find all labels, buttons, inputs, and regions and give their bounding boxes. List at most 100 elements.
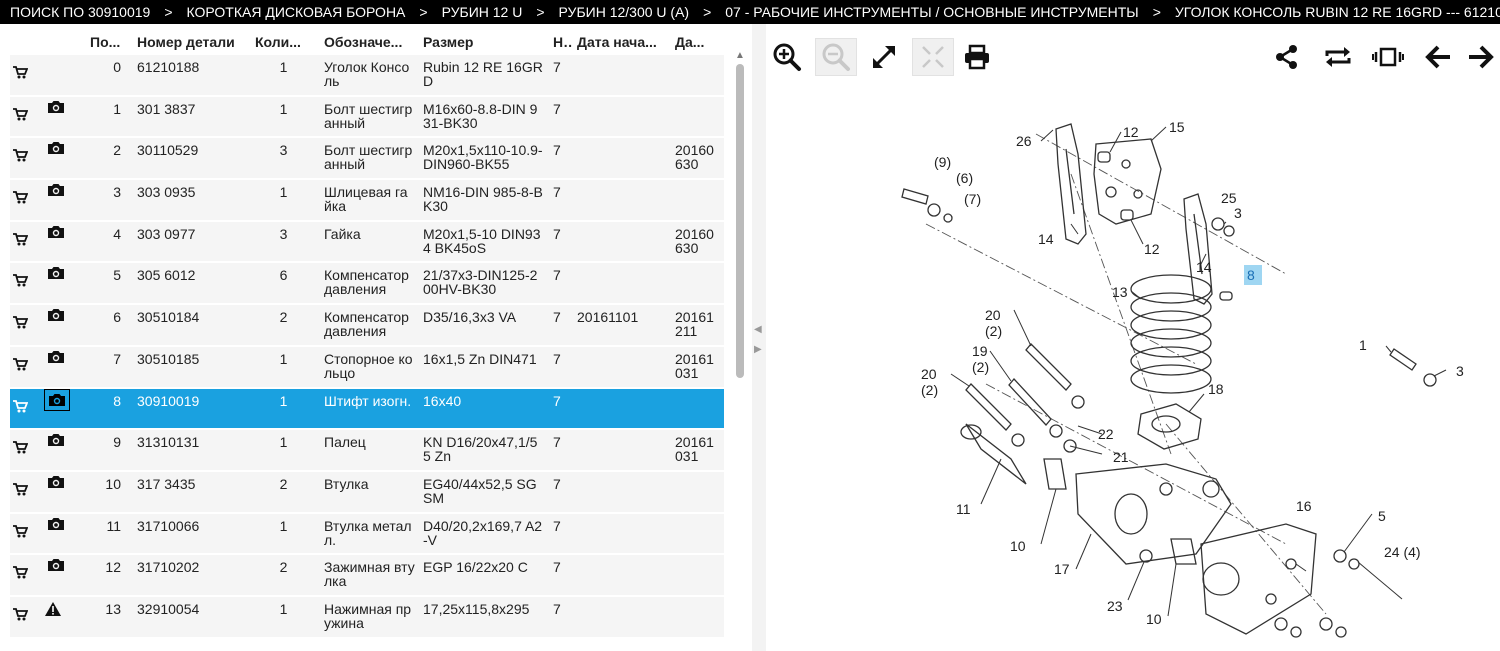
- table-row[interactable]: 3 303 0935 1 Шлицевая гайка NM16-DIN 985-8-B…: [10, 178, 724, 220]
- callout-25[interactable]: 25: [1221, 190, 1237, 206]
- camera-icon[interactable]: [44, 388, 70, 411]
- previous-button[interactable]: [1417, 38, 1459, 76]
- breadcrumb-item[interactable]: КОРОТКАЯ ДИСКОВАЯ БОРОНА: [187, 4, 406, 20]
- callout-26[interactable]: 26: [1016, 133, 1032, 149]
- callout-13[interactable]: 13: [1112, 284, 1128, 300]
- camera-icon[interactable]: [44, 514, 70, 536]
- callout-15[interactable]: 15: [1169, 119, 1185, 135]
- col-header-quantity[interactable]: Коли...: [251, 30, 320, 53]
- col-header-n[interactable]: Н...: [549, 30, 573, 53]
- callout-24[interactable]: 24 (4): [1384, 544, 1421, 560]
- cart-icon[interactable]: [12, 66, 29, 82]
- table-scrollbar[interactable]: ▲ ▼: [735, 50, 745, 651]
- callout-7[interactable]: (7): [964, 191, 981, 207]
- table-row[interactable]: 6 30510184 2 Компенсатор давления D35/16,3x3…: [10, 303, 724, 345]
- table-row[interactable]: 7 30510185 1 Стопорное кольцо 16x1,5 Zn DIN4…: [10, 344, 724, 387]
- scroll-up-icon[interactable]: ▲: [735, 50, 745, 61]
- callout-19[interactable]: 19: [972, 343, 988, 359]
- callout-20a2[interactable]: (2): [985, 323, 1002, 339]
- col-header-designation[interactable]: Обозначе...: [320, 30, 419, 53]
- table-row[interactable]: 10 317 3435 2 Втулка EG40/44x52,5 SGSM 7: [10, 469, 724, 512]
- callout-9[interactable]: (9): [934, 154, 951, 170]
- callout-22[interactable]: 22: [1098, 426, 1114, 442]
- fullscreen-button[interactable]: [863, 38, 905, 76]
- table-row[interactable]: 8 30910019 1 Штифт изогн. 16x40 7: [10, 386, 724, 429]
- camera-icon[interactable]: [44, 222, 70, 244]
- table-row[interactable]: 2 30110529 3 Болт шестигранный M20x1,5x110-1…: [10, 136, 724, 179]
- camera-icon[interactable]: [44, 305, 70, 327]
- callout-1[interactable]: 1: [1359, 337, 1367, 353]
- scroll-thumb[interactable]: [736, 64, 744, 378]
- cart-icon[interactable]: [12, 482, 29, 499]
- breadcrumb-item[interactable]: РУБИН 12/300 U (A): [559, 4, 690, 20]
- callout-3b[interactable]: 3: [1456, 363, 1464, 379]
- table-row[interactable]: 11 31710066 1 Втулка металл. D40/20,2x169,7 …: [10, 511, 724, 554]
- callout-14a[interactable]: 14: [1038, 231, 1054, 247]
- cart-icon[interactable]: [12, 316, 29, 332]
- camera-icon[interactable]: [44, 430, 70, 452]
- camera-icon[interactable]: [44, 180, 70, 202]
- breadcrumb-item[interactable]: УГОЛОК КОНСОЛЬ RUBIN 12 RE 16GRD --- 612…: [1175, 4, 1500, 20]
- callout-19b[interactable]: (2): [972, 359, 989, 375]
- breadcrumb-item[interactable]: ПОИСК ПО 30910019: [10, 4, 150, 20]
- callout-3a[interactable]: 3: [1234, 205, 1242, 221]
- camera-icon[interactable]: [44, 347, 70, 369]
- cart-icon[interactable]: [12, 191, 29, 207]
- callout-16[interactable]: 16: [1296, 498, 1312, 514]
- callout-17[interactable]: 17: [1054, 561, 1070, 577]
- callout-14b[interactable]: 14: [1196, 259, 1212, 275]
- print-button[interactable]: [956, 38, 998, 76]
- cart-icon[interactable]: [12, 441, 29, 457]
- table-row[interactable]: 4 303 0977 3 Гайка M20x1,5-10 DIN934 BK45oS 7…: [10, 219, 724, 262]
- share-button[interactable]: [1266, 38, 1308, 76]
- callout-11[interactable]: 11: [956, 501, 971, 517]
- collapse-left-icon[interactable]: ◀: [754, 324, 762, 335]
- col-header-size[interactable]: Размер: [419, 30, 549, 53]
- next-button[interactable]: [1460, 38, 1500, 76]
- breadcrumb-item[interactable]: РУБИН 12 U: [442, 4, 523, 20]
- table-row[interactable]: 13 32910054 1 Нажимная пружина 17,25x115,8x2…: [10, 594, 724, 637]
- callout-23[interactable]: 23: [1107, 598, 1123, 614]
- camera-icon[interactable]: [44, 472, 70, 494]
- col-header-pos[interactable]: По...: [86, 30, 133, 53]
- callout-20b2[interactable]: (2): [921, 382, 938, 398]
- callout-21[interactable]: 21: [1113, 449, 1129, 465]
- col-header-date-end[interactable]: Да...: [671, 30, 724, 53]
- zoom-in-button[interactable]: [766, 38, 808, 76]
- table-row[interactable]: 9 31310131 1 Палец KN D16/20x47,1/55 Zn 7 2016…: [10, 428, 724, 470]
- callout-12b[interactable]: 12: [1144, 241, 1160, 257]
- zoom-out-button[interactable]: [815, 38, 857, 76]
- callout-20b[interactable]: 20: [921, 366, 937, 382]
- table-row[interactable]: 1 301 3837 1 Болт шестигранный M16x60-8.8-DI…: [10, 94, 724, 137]
- callout-8[interactable]: 8: [1247, 267, 1255, 283]
- repeat-button[interactable]: [1317, 38, 1359, 76]
- callout-10a[interactable]: 10: [1010, 538, 1026, 554]
- callout-10b[interactable]: 10: [1146, 611, 1162, 627]
- cart-icon[interactable]: [12, 399, 29, 416]
- cart-icon[interactable]: [12, 608, 29, 624]
- col-header-date-start[interactable]: Дата нача...: [573, 30, 671, 53]
- exploded-parts-drawing[interactable]: 2612 15(9)(6)(7)141225314 81320(2)19(2)132…: [766, 94, 1500, 649]
- camera-icon[interactable]: [44, 138, 70, 160]
- table-row[interactable]: 5 305 6012 6 Компенсатор давления 21/37x3-DI…: [10, 261, 724, 304]
- carousel-button[interactable]: [1367, 38, 1409, 76]
- table-row[interactable]: 12 31710202 2 Зажимная втулка EGP 16/22x20 C…: [10, 553, 724, 595]
- camera-icon[interactable]: [44, 97, 70, 119]
- cart-icon[interactable]: [12, 357, 29, 374]
- callout-6[interactable]: (6): [956, 170, 973, 186]
- panel-splitter[interactable]: ◀ ▶: [752, 24, 766, 651]
- cart-icon[interactable]: [12, 149, 29, 165]
- cart-icon[interactable]: [12, 274, 29, 290]
- callout-18[interactable]: 18: [1208, 381, 1224, 397]
- fit-button[interactable]: [912, 38, 954, 76]
- cart-icon[interactable]: [12, 232, 29, 249]
- callout-12a[interactable]: 12: [1123, 124, 1139, 140]
- table-row[interactable]: 0 61210188 1 Уголок Консоль Rubin 12 RE 16GR…: [10, 53, 724, 95]
- camera-icon[interactable]: [44, 263, 70, 285]
- callout-5[interactable]: 5: [1378, 508, 1386, 524]
- cart-icon[interactable]: [12, 107, 29, 124]
- camera-icon[interactable]: [44, 555, 70, 577]
- breadcrumb-item[interactable]: 07 - РАБОЧИЕ ИНСТРУМЕНТЫ / ОСНОВНЫЕ ИНСТ…: [725, 4, 1138, 20]
- collapse-right-icon[interactable]: ▶: [754, 344, 762, 355]
- col-header-part-number[interactable]: Номер детали: [133, 30, 251, 53]
